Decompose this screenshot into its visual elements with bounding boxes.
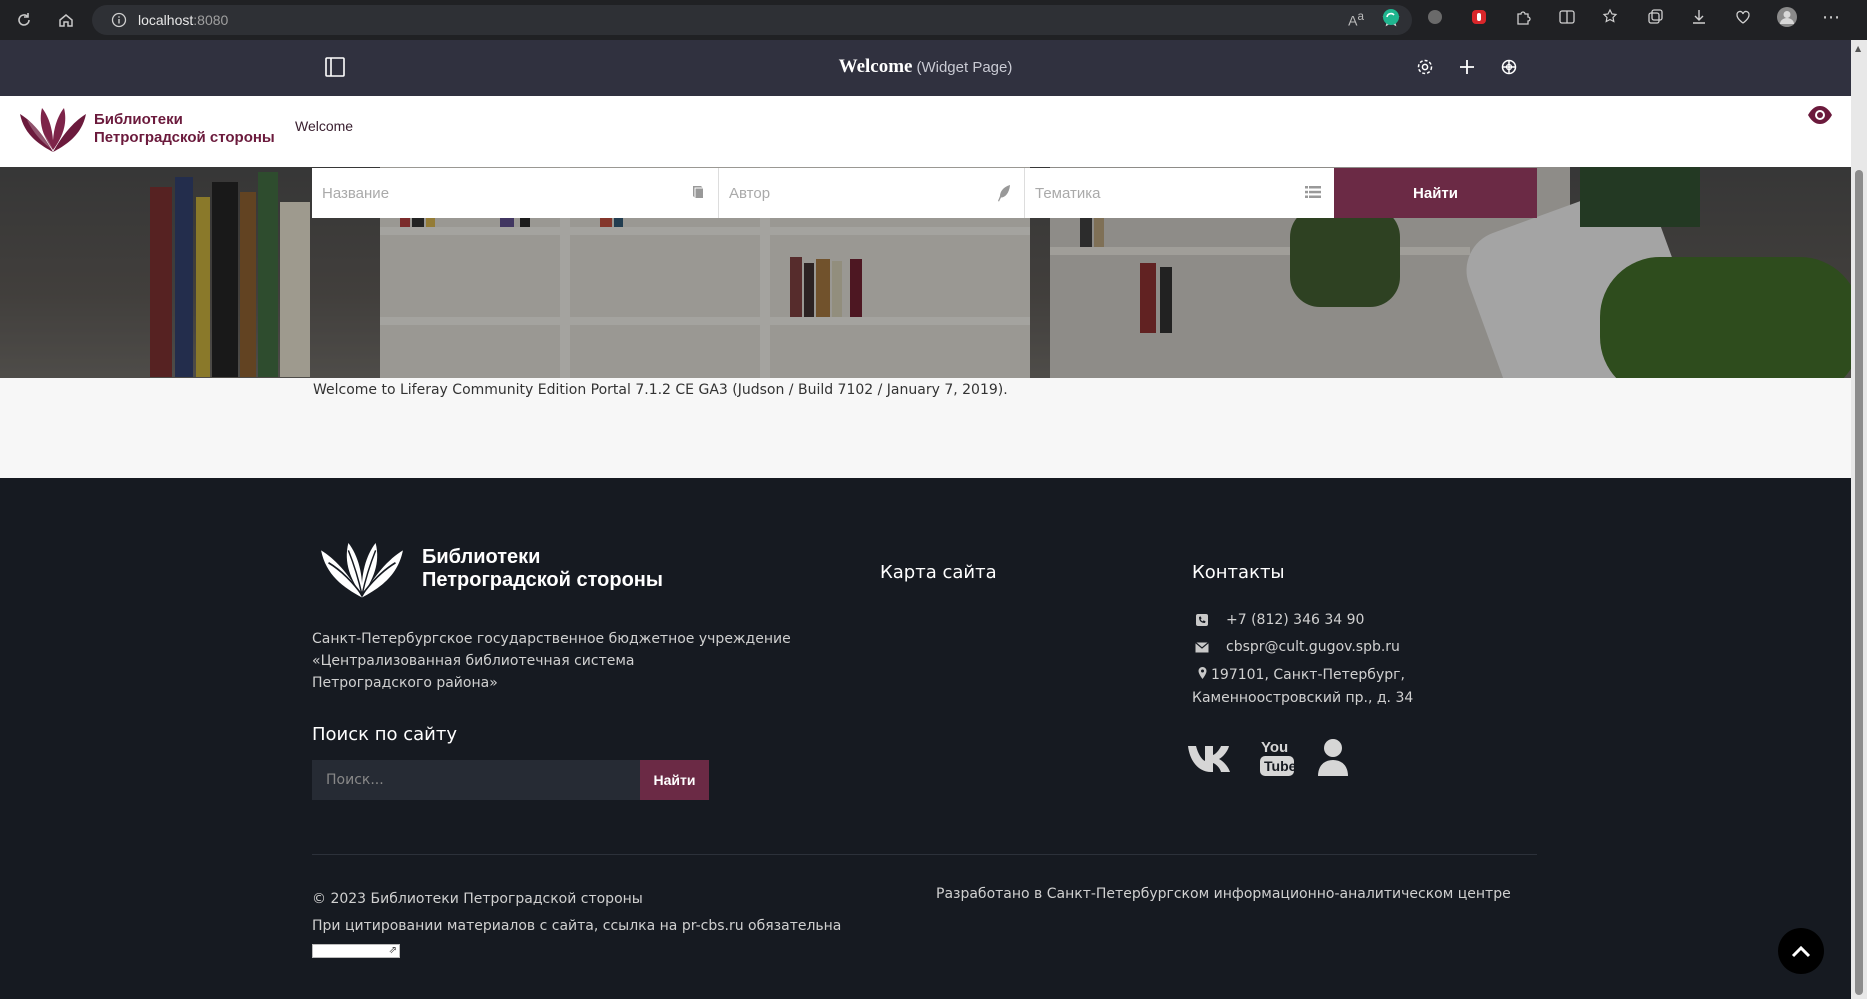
contact-phone[interactable]: +7 (812) 346 34 90 bbox=[1192, 612, 1364, 628]
list-icon bbox=[1304, 184, 1322, 204]
chevron-up-icon bbox=[1791, 945, 1811, 958]
favorites-icon[interactable] bbox=[1600, 6, 1622, 28]
author-search-field bbox=[719, 168, 1025, 218]
envelope-icon bbox=[1192, 641, 1212, 653]
main-content: Welcome to Liferay Community Edition Por… bbox=[0, 378, 1851, 478]
site-search-input[interactable] bbox=[312, 760, 640, 800]
site-info-icon[interactable] bbox=[104, 12, 134, 28]
contact-address: 197101, Санкт-Петербург, Каменноостровск… bbox=[1192, 664, 1413, 710]
home-icon[interactable] bbox=[48, 2, 84, 38]
add-plus-icon[interactable] bbox=[1456, 56, 1478, 78]
footer-divider bbox=[312, 854, 1537, 855]
control-menu: Welcome (Widget Page) bbox=[0, 40, 1851, 96]
footer-logo-text: Библиотеки Петроградской стороны bbox=[422, 546, 663, 591]
browser-toolbar: localhost:8080 Aa ⋯ bbox=[0, 0, 1867, 40]
author-input[interactable] bbox=[719, 168, 1024, 218]
site-header: Библиотеки Петроградской стороны Welcome bbox=[0, 96, 1851, 167]
phone-icon bbox=[1192, 613, 1212, 627]
feather-pen-icon bbox=[996, 184, 1012, 206]
title-search-field bbox=[312, 168, 719, 218]
contact-email[interactable]: cbspr@cult.gugov.spb.ru bbox=[1192, 639, 1400, 655]
site-footer: Библиотеки Петроградской стороны Санкт-П… bbox=[0, 478, 1851, 999]
profile-avatar-icon[interactable] bbox=[1776, 6, 1798, 28]
user-account-icon[interactable] bbox=[1316, 738, 1350, 780]
scroll-thumb[interactable] bbox=[1855, 170, 1863, 995]
address-bar[interactable]: localhost:8080 Aa bbox=[92, 5, 1412, 35]
health-icon[interactable] bbox=[1732, 6, 1754, 28]
site-search-heading: Поиск по сайту bbox=[312, 724, 458, 745]
site-search-button[interactable]: Найти bbox=[640, 760, 709, 800]
extension-green-icon[interactable] bbox=[1380, 6, 1402, 28]
nav-item-welcome[interactable]: Welcome bbox=[295, 118, 353, 134]
svg-text:You: You bbox=[1261, 739, 1288, 756]
catalog-search-bar: Найти bbox=[312, 168, 1537, 218]
vk-icon[interactable] bbox=[1186, 742, 1238, 776]
lotus-logo-icon bbox=[20, 108, 86, 152]
extension-gray-icon[interactable] bbox=[1424, 6, 1446, 28]
organization-description: Санкт-Петербургское государственное бюдж… bbox=[312, 631, 791, 691]
developer-credit[interactable]: Разработано в Санкт-Петербургском информ… bbox=[936, 886, 1511, 902]
page-title: Welcome (Widget Page) bbox=[838, 56, 1013, 77]
map-pin-icon bbox=[1198, 664, 1207, 687]
sitemap-heading[interactable]: Карта сайта bbox=[880, 562, 997, 583]
downloads-icon[interactable] bbox=[1688, 6, 1710, 28]
title-input[interactable] bbox=[312, 168, 718, 218]
lotus-logo-white-icon bbox=[321, 542, 403, 598]
search-submit-button[interactable]: Найти bbox=[1334, 168, 1537, 218]
svg-text:Tube: Tube bbox=[1264, 758, 1296, 774]
split-screen-icon[interactable] bbox=[1556, 6, 1578, 28]
extension-red-icon[interactable] bbox=[1468, 6, 1490, 28]
topic-input[interactable] bbox=[1025, 168, 1334, 218]
site-search-form: Найти bbox=[312, 760, 709, 800]
read-aloud-icon[interactable]: Aa bbox=[1348, 10, 1364, 32]
site-logo[interactable]: Библиотеки Петроградской стороны bbox=[18, 104, 275, 154]
footer-logo[interactable]: Библиотеки Петроградской стороны bbox=[312, 538, 663, 600]
contacts-heading: Контакты bbox=[1192, 562, 1285, 583]
extensions-puzzle-icon[interactable] bbox=[1512, 6, 1534, 28]
youtube-icon[interactable]: You Tube bbox=[1258, 736, 1297, 782]
topic-search-field bbox=[1025, 168, 1334, 218]
visitor-counter-badge[interactable]: ⇗ bbox=[312, 944, 400, 958]
copyright-block: © 2023 Библиотеки Петроградской стороны … bbox=[312, 891, 842, 934]
page-scrollbar[interactable]: ▲ bbox=[1851, 40, 1867, 999]
url-text: localhost:8080 bbox=[138, 12, 229, 28]
simulation-globe-icon[interactable] bbox=[1498, 56, 1520, 78]
reload-icon[interactable] bbox=[6, 2, 42, 38]
configuration-gear-icon[interactable] bbox=[1414, 56, 1436, 78]
more-menu-icon[interactable]: ⋯ bbox=[1820, 6, 1842, 28]
book-icon bbox=[690, 184, 706, 204]
collections-icon[interactable] bbox=[1644, 6, 1666, 28]
accessibility-eye-icon[interactable] bbox=[1806, 104, 1834, 130]
scroll-to-top-button[interactable] bbox=[1778, 928, 1824, 974]
welcome-message: Welcome to Liferay Community Edition Por… bbox=[313, 382, 1008, 398]
scroll-up-arrow-icon[interactable]: ▲ bbox=[1855, 44, 1863, 53]
logo-text: Библиотеки Петроградской стороны bbox=[94, 111, 275, 146]
